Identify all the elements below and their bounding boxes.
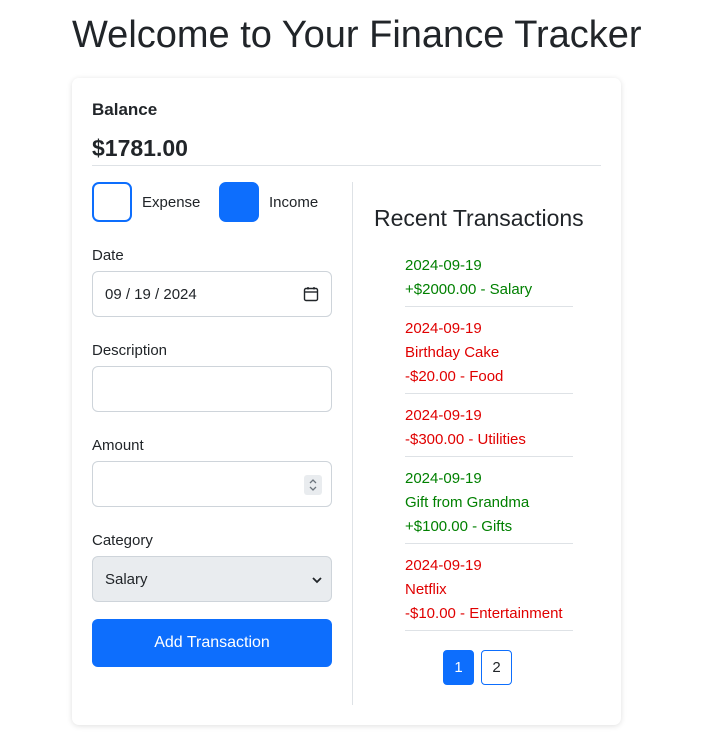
expense-toggle-label: Expense — [142, 194, 201, 211]
add-transaction-button[interactable]: Add Transaction — [92, 619, 332, 667]
transaction-description: Gift from Grandma — [405, 494, 530, 511]
amount-field[interactable] — [92, 461, 332, 507]
spinner-icon[interactable] — [304, 475, 322, 495]
category-label: Category — [92, 532, 153, 549]
category-value: Salary — [105, 571, 148, 588]
date-value: 09 / 19 / 2024 — [105, 286, 197, 303]
page-2-button[interactable]: 2 — [481, 650, 512, 685]
expense-toggle[interactable] — [92, 182, 132, 222]
income-toggle-label: Income — [269, 194, 319, 211]
transaction-list: 2024-09-19 +$2000.00 - Salary 2024-09-19 Bi… — [405, 252, 573, 639]
date-label: Date — [92, 247, 124, 264]
transaction-date: 2024-09-19 — [405, 320, 482, 337]
description-label: Description — [92, 342, 168, 359]
chevron-down-icon — [312, 577, 322, 584]
transaction-item: 2024-09-19 Birthday Cake -$20.00 - Food — [405, 315, 573, 394]
amount-label: Amount — [92, 437, 144, 454]
transaction-item: 2024-09-19 Gift from Grandma +$100.00 - Gi… — [405, 465, 573, 544]
transaction-amount-category: -$20.00 - Food — [405, 368, 504, 385]
transaction-amount-category: +$2000.00 - Salary — [405, 281, 533, 298]
description-field[interactable] — [92, 366, 332, 412]
balance-label: Balance — [92, 100, 158, 119]
balance-divider — [92, 165, 601, 166]
transaction-date: 2024-09-19 — [405, 557, 482, 574]
income-toggle[interactable] — [219, 182, 259, 222]
transaction-item: 2024-09-19 Netflix -$10.00 - Entertainment — [405, 552, 573, 631]
transaction-date: 2024-09-19 — [405, 470, 482, 487]
transaction-item: 2024-09-19 -$300.00 - Utilities — [405, 402, 573, 457]
recent-transactions-title: Recent Transactions — [374, 205, 584, 231]
column-divider — [352, 182, 353, 705]
category-select[interactable]: Salary — [92, 556, 332, 602]
date-field[interactable]: 09 / 19 / 2024 — [92, 271, 332, 317]
transaction-description: Netflix — [405, 581, 447, 598]
calendar-icon[interactable] — [303, 286, 319, 302]
transaction-date: 2024-09-19 — [405, 257, 482, 274]
transaction-description: Birthday Cake — [405, 344, 500, 361]
transaction-amount-category: +$100.00 - Gifts — [405, 518, 513, 535]
transaction-item: 2024-09-19 +$2000.00 - Salary — [405, 252, 573, 307]
balance-value: $1781.00 — [92, 135, 188, 161]
transaction-amount-category: -$10.00 - Entertainment — [405, 605, 563, 622]
transaction-date: 2024-09-19 — [405, 407, 482, 424]
page-title: Welcome to Your Finance Tracker — [72, 14, 642, 56]
finance-card: Balance $1781.00 Expense Income Date 09 … — [72, 78, 621, 725]
transaction-amount-category: -$300.00 - Utilities — [405, 431, 526, 448]
page-1-button[interactable]: 1 — [443, 650, 474, 685]
